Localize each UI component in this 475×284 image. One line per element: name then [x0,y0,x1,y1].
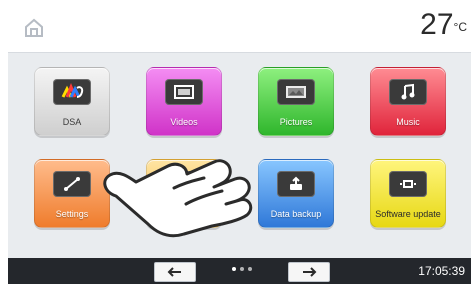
tile-label: Pictures [279,117,313,127]
home-icon-svg [25,18,43,37]
tile-music[interactable]: Music [370,67,446,136]
data-backup-icon [277,171,315,197]
tile-videos[interactable]: Videos [146,67,222,136]
page-indicator [232,267,252,271]
arrow-right-icon [303,267,317,277]
dsa-icon [53,79,91,105]
nav-left-button[interactable] [154,262,196,282]
settings-icon [53,171,91,197]
app-grid: DSA Videos Pictures Music Settings Textu… [8,60,471,250]
tile-label: DSA [62,117,82,127]
page-dot [248,267,252,271]
home-icon[interactable] [22,16,46,40]
software-update-icon [389,171,427,197]
tile-data-backup[interactable]: Data backup [258,159,334,228]
tile-label: Texture ion [169,199,199,219]
bottom-bar: 17:05:39 [8,258,471,284]
tile-label: Software update [375,209,441,219]
top-bar: 27°C [8,0,471,53]
tile-label: Data backup [270,209,322,219]
temperature-display: 27°C [420,10,467,40]
arrow-left-icon [167,267,181,277]
music-note-icon [389,79,427,105]
tile-texture[interactable]: Texture ion [146,159,222,228]
nav-right-button[interactable] [288,262,330,282]
temperature-unit: °C [453,20,467,34]
pictures-icon [277,79,315,105]
tile-label: Videos [170,117,198,127]
texture-icon [165,171,203,197]
clock: 17:05:39 [418,264,465,278]
touchscreen: 27°C DSA Videos Pictures Music Settings … [8,0,471,284]
tile-settings[interactable]: Settings [34,159,110,228]
page-dot [232,267,236,271]
tile-label: Music [396,117,420,127]
tile-dsa[interactable]: DSA [34,67,110,136]
tile-label: Settings [55,209,89,219]
tile-pictures[interactable]: Pictures [258,67,334,136]
temperature-value: 27 [420,8,454,41]
video-icon [165,79,203,105]
page-dot [240,267,244,271]
tile-software-update[interactable]: Software update [370,159,446,228]
